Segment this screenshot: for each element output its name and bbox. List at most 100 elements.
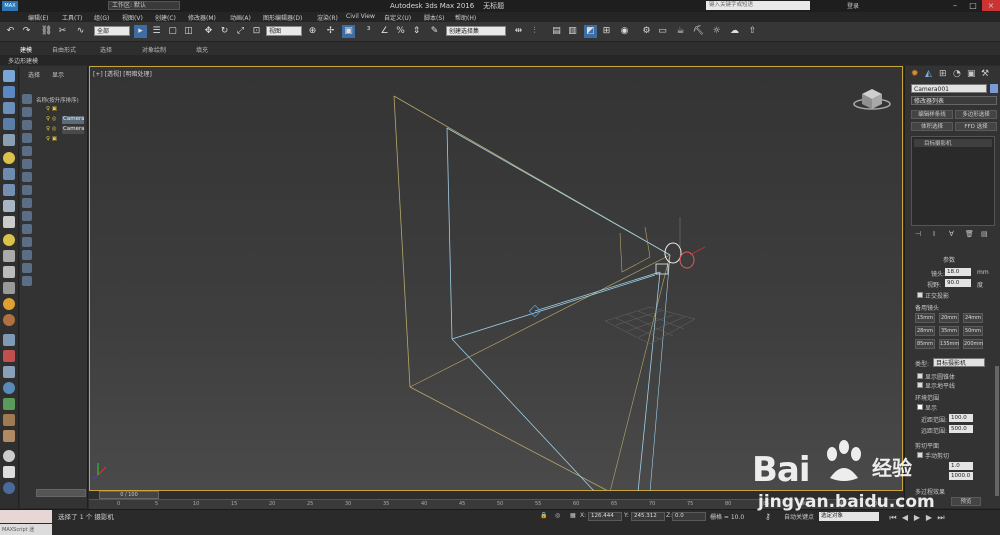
menu-group[interactable]: 组(G) [94, 13, 109, 22]
viewcube-icon[interactable] [853, 89, 891, 110]
perspective-viewport[interactable]: [+] [透视] [明暗处理] [89, 66, 903, 492]
ribbon-tab-freeform[interactable]: 自由形式 [52, 45, 76, 54]
ribbon-tab-populate[interactable]: 填充 [196, 45, 208, 54]
selection-filter-dropdown[interactable]: 全部 [94, 26, 130, 36]
select-by-name-icon[interactable]: ☰ [150, 25, 163, 38]
filter-group-icon[interactable] [22, 172, 32, 182]
light-bulb-icon[interactable] [3, 234, 15, 246]
lens-35mm-button[interactable]: 35mm [939, 326, 959, 336]
show-horizon-checkbox[interactable] [917, 382, 923, 388]
edit-spline-button[interactable]: 编辑样条线 [911, 110, 953, 119]
ref-coord-dropdown[interactable]: 视图 [266, 26, 302, 36]
lens-85mm-button[interactable]: 85mm [915, 339, 935, 349]
biped-icon[interactable] [3, 430, 15, 442]
layer-manager-icon[interactable]: ▤ [550, 25, 563, 38]
select-object-icon[interactable]: ▸ [134, 25, 147, 38]
app-logo-icon[interactable]: MAX [2, 1, 18, 11]
system-icon[interactable] [3, 200, 15, 212]
x-coord-input[interactable]: 126.444 [588, 512, 622, 521]
lens-24mm-button[interactable]: 24mm [963, 313, 983, 323]
menu-tools[interactable]: 工具(T) [62, 13, 82, 22]
remove-modifier-icon[interactable]: 🗑 [965, 230, 974, 238]
parameters-rollout-title[interactable]: 参数 [943, 255, 955, 264]
menu-graph-editors[interactable]: 图形编辑器(D) [263, 13, 302, 22]
abs-mode-icon[interactable]: ▦ [570, 512, 576, 519]
lock-selection-icon[interactable]: 🔒 [540, 512, 547, 519]
named-selection-dropdown[interactable]: 创建选择集 [446, 26, 506, 36]
workspace-dropdown[interactable]: 工作区: 默认 [108, 1, 180, 10]
character-icon[interactable] [3, 414, 15, 426]
create-geometry-icon[interactable] [3, 70, 15, 82]
snap-3d-icon[interactable]: ³ [362, 25, 375, 38]
pin-stack-icon[interactable]: ⊣ [915, 230, 921, 238]
globe-icon[interactable] [3, 382, 15, 394]
white-sphere-icon[interactable] [3, 450, 15, 462]
sun-icon[interactable] [3, 298, 15, 310]
pivot-center-icon[interactable]: ⊕ [306, 25, 319, 38]
close-icon[interactable]: × [982, 0, 1000, 11]
render-frame-icon[interactable]: ▭ [656, 25, 669, 38]
dynamics-icon[interactable] [3, 350, 15, 362]
time-slider-thumb[interactable]: 0 / 100 [99, 491, 159, 499]
scene-tab-display[interactable]: 显示 [52, 70, 64, 79]
cone-icon[interactable] [3, 282, 15, 294]
minimize-icon[interactable]: – [946, 0, 964, 11]
lens-20mm-button[interactable]: 20mm [939, 313, 959, 323]
isolate-icon[interactable]: ◎ [555, 512, 560, 519]
menu-animation[interactable]: 动画(A) [230, 13, 251, 22]
search-input[interactable]: 键入关键字或短语 [706, 1, 810, 10]
render-online-icon[interactable]: ☁ [728, 25, 741, 38]
tree-icon[interactable] [3, 398, 15, 410]
z-coord-input[interactable]: 0.0 [672, 512, 706, 521]
lens-135mm-button[interactable]: 135mm [939, 339, 959, 349]
filter-all-icon[interactable] [22, 224, 32, 234]
particle-icon[interactable] [3, 334, 15, 346]
filter-light-icon[interactable] [22, 120, 32, 130]
ribbon-tab-selection[interactable]: 选择 [100, 45, 112, 54]
edit-named-sel-icon[interactable]: ✎ [428, 25, 441, 38]
material-editor-icon[interactable]: ◉ [618, 25, 631, 38]
ribbon-tab-object-paint[interactable]: 对象绘制 [142, 45, 166, 54]
scene-item-camera-1[interactable]: Camera [62, 116, 84, 124]
curve-editor-icon[interactable]: ◩ [584, 25, 597, 38]
spacewarp-icon[interactable] [3, 184, 15, 196]
geo-sphere-icon[interactable] [3, 314, 15, 326]
render-iterative-icon[interactable]: ⛏ [692, 25, 705, 38]
hierarchy-tab-icon[interactable]: ⊞ [939, 69, 947, 79]
scale-icon[interactable]: ⤢ [234, 25, 247, 38]
command-panel-scrollbar[interactable] [995, 366, 999, 496]
modify-tab-icon[interactable]: ◭ [925, 69, 932, 79]
mirror-icon[interactable]: ⇹ [512, 25, 525, 38]
show-end-result-icon[interactable]: Ⅰ [933, 230, 935, 238]
place-icon[interactable]: ⊡ [250, 25, 263, 38]
filter-xref-icon[interactable] [22, 185, 32, 195]
object-name-input[interactable]: Camera001 [911, 84, 987, 93]
align-icon[interactable]: ⫶ [528, 25, 541, 38]
maxscript-listener[interactable] [0, 510, 52, 523]
window-crossing-icon[interactable]: ◫ [182, 25, 195, 38]
show-cone-checkbox[interactable] [917, 373, 923, 379]
login-button[interactable]: 登录 [847, 1, 859, 10]
angle-snap-icon[interactable]: ∠ [378, 25, 391, 38]
render-production-icon[interactable]: ☕ [674, 25, 687, 38]
filter-particle-icon[interactable] [22, 211, 32, 221]
fov-input[interactable]: 90.0 [945, 279, 971, 287]
rect-selection-icon[interactable]: ▢ [166, 25, 179, 38]
render-setup-icon[interactable]: ⚙ [640, 25, 653, 38]
ribbon-tab-modeling[interactable]: 建模 [20, 45, 32, 54]
make-unique-icon[interactable]: ∀ [949, 230, 954, 238]
link-icon[interactable]: ⛓ [40, 25, 53, 38]
filter-helper-icon[interactable] [22, 146, 32, 156]
menu-edit[interactable]: 编辑(E) [28, 13, 48, 22]
poly-select-button[interactable]: 多边形选择 [955, 110, 997, 119]
camera-type-dropdown[interactable]: 目标摄影机 [933, 358, 985, 367]
menu-help[interactable]: 帮助(H) [455, 13, 476, 22]
plane-icon[interactable] [3, 466, 15, 478]
graphite-toggle-icon[interactable]: ▥ [566, 25, 579, 38]
move-icon[interactable]: ✥ [202, 25, 215, 38]
menu-rendering[interactable]: 渲染(R) [317, 13, 338, 22]
blue-sphere-icon[interactable] [3, 482, 15, 494]
object-color-swatch[interactable] [990, 84, 998, 93]
menu-customize[interactable]: 自定义(U) [384, 13, 411, 22]
menu-create[interactable]: 创建(C) [155, 13, 176, 22]
